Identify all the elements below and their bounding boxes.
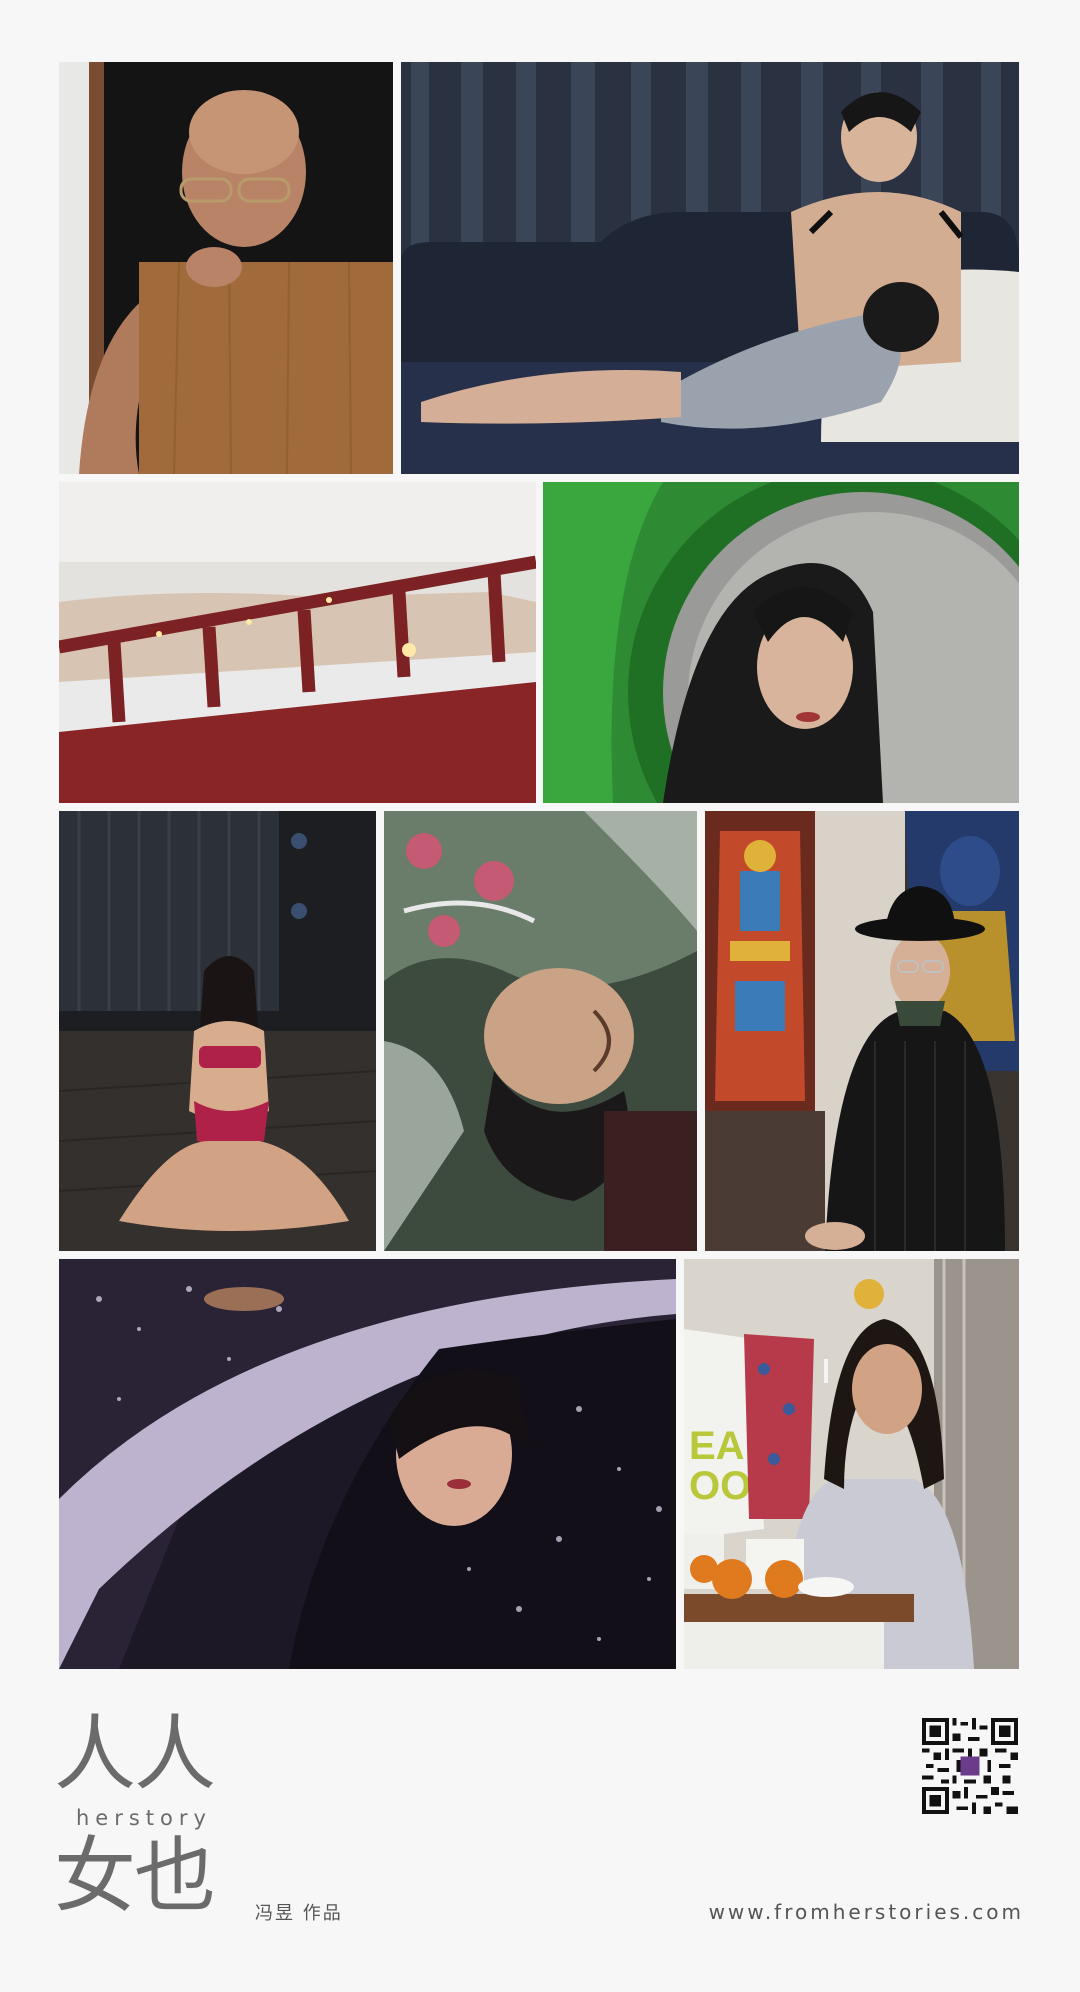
photo-woman-lying-bunk-bed: [59, 482, 536, 803]
photo-woman-upside-down-floral: [384, 811, 697, 1251]
website-url[interactable]: www.fromherstories.com: [709, 1900, 1024, 1924]
photo-woman-reflection-green-ring: [543, 482, 1019, 803]
photo-person-black-hat-statues: [705, 811, 1019, 1251]
qr-code-icon[interactable]: [922, 1718, 1018, 1814]
photo-bald-woman-glasses: [59, 62, 393, 474]
brand-subtitle: herstory: [76, 1806, 212, 1830]
photo-woman-car-window-rain: [59, 1259, 676, 1669]
brand-title-top: 人人: [54, 1707, 216, 1802]
brand-title-bottom: 女也: [54, 1829, 216, 1924]
photo-woman-red-swimsuit-kneeling: [59, 811, 376, 1251]
svg-text:EA: EA: [689, 1424, 745, 1468]
author-credit: 冯昱 作品: [255, 1903, 343, 1924]
photo-woman-smoking-kitchen: EA OOD: [684, 1259, 1019, 1669]
photo-mother-breastfeeding-sofa: [401, 62, 1019, 474]
